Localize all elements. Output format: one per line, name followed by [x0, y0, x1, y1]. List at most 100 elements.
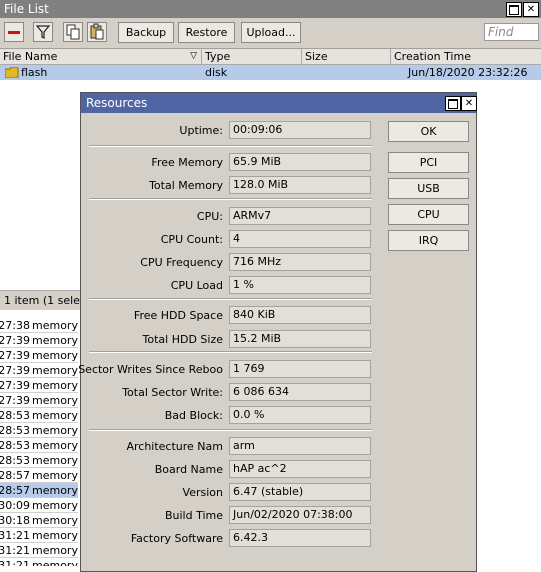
log-topic: memory — [32, 424, 78, 437]
field-value: 128.0 MiB — [229, 176, 371, 194]
field-value: 6.42.3 — [229, 529, 371, 547]
log-topic: memory — [32, 394, 78, 407]
usb-button[interactable]: USB — [388, 178, 469, 199]
log-time: 28:53 — [0, 454, 30, 467]
field-value: 716 MHz — [229, 253, 371, 271]
list-item[interactable]: 30:09 memory — [0, 498, 78, 513]
list-item[interactable]: 27:38 memory — [0, 318, 78, 333]
file-list-status: 1 item (1 selected) — [0, 290, 82, 310]
field-value: 6 086 634 — [229, 383, 371, 401]
list-item[interactable]: 30:18 memory — [0, 513, 78, 528]
log-time: 27:39 — [0, 394, 30, 407]
separator — [89, 429, 372, 431]
backup-button[interactable]: Backup — [118, 22, 174, 43]
cpu-button[interactable]: CPU — [388, 204, 469, 225]
maximize-icon[interactable] — [506, 2, 522, 17]
field-value: 1 % — [229, 276, 371, 294]
log-time: 28:57 — [0, 469, 30, 482]
list-item[interactable]: 31:21 memory — [0, 543, 78, 558]
sort-icon: ▽ — [190, 51, 197, 61]
field-label: Uptime: — [179, 124, 223, 137]
log-time: 27:39 — [0, 364, 30, 377]
filter-button[interactable] — [33, 22, 53, 42]
restore-button[interactable]: Restore — [178, 22, 235, 43]
list-item[interactable]: 28:53 memory — [0, 423, 78, 438]
resources-title: Resources — [86, 96, 148, 110]
file-list-body — [0, 80, 82, 290]
pci-button[interactable]: PCI — [388, 152, 469, 173]
paste-button[interactable] — [87, 22, 107, 42]
list-item[interactable]: 27:39 memory — [0, 348, 78, 363]
log-topic: memory — [32, 364, 78, 377]
field-value: 0.0 % — [229, 406, 371, 424]
separator — [89, 351, 372, 353]
field-label: Total Memory — [149, 179, 223, 192]
find-input[interactable]: Find — [484, 23, 539, 41]
maximize-icon[interactable] — [445, 96, 461, 111]
log-time: 27:39 — [0, 334, 30, 347]
field-label: Bad Block: — [164, 409, 223, 422]
field-label: Free HDD Space — [133, 309, 223, 322]
list-item[interactable]: 27:39 memory — [0, 363, 78, 378]
field-value: Jun/02/2020 07:38:00 — [229, 506, 371, 524]
log-time: 31:21 — [0, 544, 30, 557]
column-header-size[interactable]: Size — [302, 49, 391, 64]
column-header-creation-time[interactable]: Creation Time — [391, 49, 541, 64]
field-label: CPU Load — [170, 279, 223, 292]
field-label: CPU: — [196, 210, 223, 223]
list-item[interactable]: 28:53 memory — [0, 408, 78, 423]
log-topic: memory — [32, 349, 78, 362]
copy-button[interactable] — [63, 22, 83, 42]
log-topic: memory — [32, 334, 78, 347]
resources-titlebar[interactable]: Resources ✕ — [81, 93, 477, 113]
list-item[interactable]: 31:21 memory — [0, 528, 78, 543]
list-item[interactable]: 28:53 memory — [0, 453, 78, 468]
field-label: Free Memory — [151, 156, 223, 169]
field-value: hAP ac^2 — [229, 460, 371, 478]
log-topic: memory — [32, 529, 78, 542]
irq-button[interactable]: IRQ — [388, 230, 469, 251]
field-value: 15.2 MiB — [229, 330, 371, 348]
log-topic: memory — [32, 454, 78, 467]
separator — [89, 145, 372, 147]
list-item[interactable]: 27:39 memory — [0, 333, 78, 348]
field-label: Board Name — [154, 463, 223, 476]
table-row[interactable]: flash disk Jun/18/2020 23:32:26 — [0, 65, 541, 80]
log-topic: memory — [32, 544, 78, 557]
field-value: 6.47 (stable) — [229, 483, 371, 501]
column-header-type[interactable]: Type — [202, 49, 302, 64]
field-value: 1 769 — [229, 360, 371, 378]
field-value: 65.9 MiB — [229, 153, 371, 171]
list-item[interactable]: 28:57 memory — [0, 468, 78, 483]
minus-icon — [8, 31, 20, 34]
list-item[interactable]: 28:57 memory — [0, 483, 78, 498]
ok-button[interactable]: OK — [388, 121, 469, 142]
file-name-cell: flash — [21, 66, 48, 79]
field-value: 00:09:06 — [229, 121, 371, 139]
log-time: 27:39 — [0, 379, 30, 392]
upload-button[interactable]: Upload... — [241, 22, 301, 43]
log-time: 31:21 — [0, 559, 30, 566]
log-list: 27:38 memory 27:39 memory 27:39 memory 27:39 me… — [0, 318, 78, 566]
list-item[interactable]: 31:21 memory — [0, 558, 78, 566]
log-topic: memory — [32, 409, 78, 422]
remove-button[interactable] — [4, 22, 24, 42]
field-label: Total Sector Write: — [122, 386, 223, 399]
log-topic: memory — [32, 379, 78, 392]
list-item[interactable]: 28:53 memory — [0, 438, 78, 453]
resources-dialog: Resources ✕ Uptime: 00:09:06 Free Memory 65… — [78, 92, 477, 572]
field-label: Version — [182, 486, 223, 499]
log-time: 28:53 — [0, 424, 30, 437]
close-icon[interactable]: ✕ — [461, 96, 477, 111]
log-topic: memory — [32, 559, 78, 566]
log-time: 30:18 — [0, 514, 30, 527]
field-label: Sector Writes Since Reboo — [78, 363, 223, 376]
log-time: 27:38 — [0, 319, 30, 332]
column-header-file-name[interactable]: File Name ▽ — [0, 49, 202, 64]
close-icon[interactable]: ✕ — [523, 2, 539, 17]
list-item[interactable]: 27:39 memory — [0, 378, 78, 393]
paste-icon — [90, 23, 104, 40]
file-list-titlebar[interactable]: File List ✕ — [0, 0, 541, 18]
list-item[interactable]: 27:39 memory — [0, 393, 78, 408]
log-time: 31:21 — [0, 529, 30, 542]
